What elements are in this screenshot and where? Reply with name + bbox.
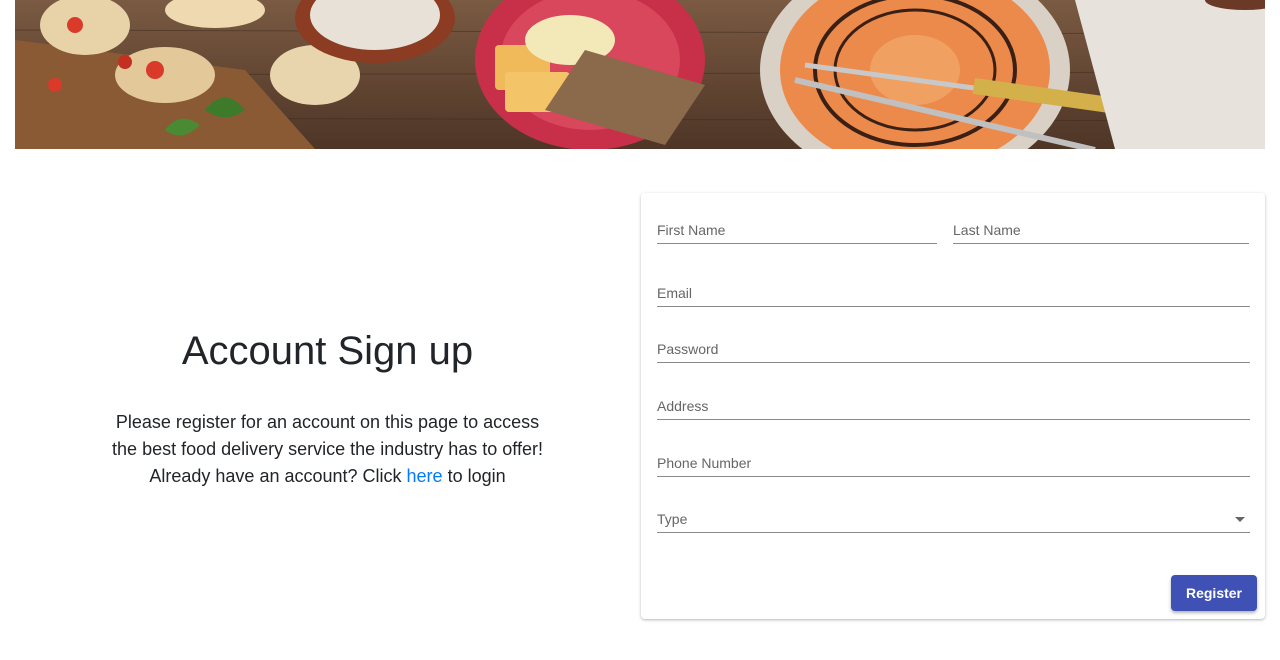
first-name-field[interactable]: First Name <box>657 215 937 244</box>
register-button[interactable]: Register <box>1171 575 1257 611</box>
description-line-1: Please register for an account on this p… <box>115 412 540 432</box>
page-title: Account Sign up <box>181 329 474 373</box>
login-prefix: Already have an account? Click <box>149 466 402 486</box>
address-field[interactable]: Address <box>657 391 1250 420</box>
email-field[interactable]: Email <box>657 278 1250 307</box>
signup-form-card: First Name Last Name Email Password Addr… <box>641 193 1265 619</box>
login-link[interactable]: here <box>407 466 443 486</box>
type-label: Type <box>657 511 688 527</box>
last-name-label: Last Name <box>953 222 1021 238</box>
address-label: Address <box>657 398 709 414</box>
login-suffix: to login <box>447 466 506 486</box>
password-label: Password <box>657 341 719 357</box>
description-line-2: the best food delivery service the indus… <box>112 439 543 459</box>
food-banner-image <box>15 0 1265 149</box>
chevron-down-icon[interactable] <box>1235 517 1245 522</box>
phone-number-field[interactable]: Phone Number <box>657 448 1250 477</box>
password-field[interactable]: Password <box>657 334 1250 363</box>
first-name-label: First Name <box>657 222 726 238</box>
type-select[interactable]: Type <box>657 504 1250 533</box>
intro-description: Please register for an account on this p… <box>95 409 560 490</box>
last-name-field[interactable]: Last Name <box>953 215 1249 244</box>
phone-number-label: Phone Number <box>657 455 752 471</box>
intro-section: Account Sign up Please register for an a… <box>0 149 655 619</box>
email-label: Email <box>657 285 693 301</box>
